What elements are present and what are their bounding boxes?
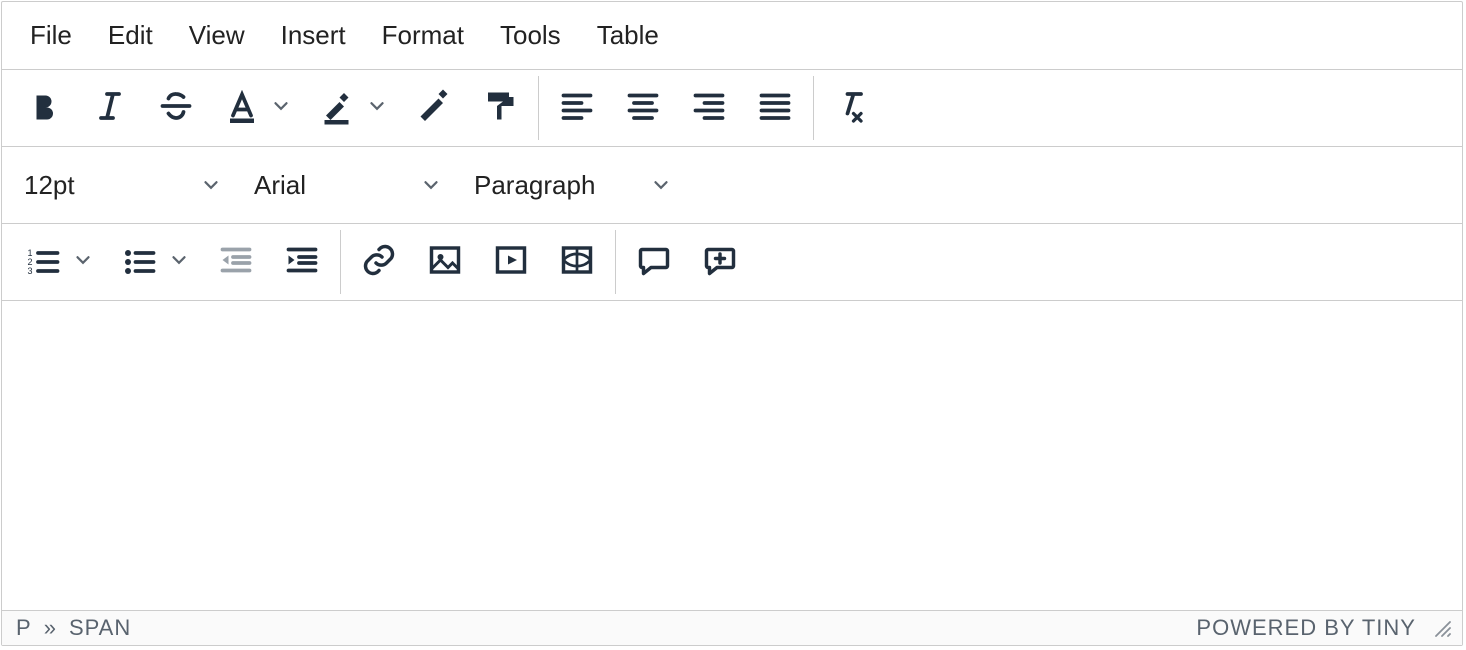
chevron-down-icon (200, 172, 226, 198)
text-color-button[interactable] (218, 84, 296, 132)
block-format-value: Paragraph (474, 170, 595, 201)
numbered-list-button[interactable]: 123 (20, 238, 98, 286)
bold-button[interactable] (20, 84, 68, 132)
editor-container: File Edit View Insert Format Tools Table (1, 1, 1463, 646)
chevron-down-icon[interactable] (168, 249, 194, 275)
format-painter-icon (482, 88, 518, 129)
strikethrough-icon (158, 88, 194, 129)
menubar: File Edit View Insert Format Tools Table (2, 2, 1462, 70)
align-center-icon (625, 88, 661, 129)
indent-button[interactable] (278, 238, 326, 286)
block-format-select[interactable]: Paragraph (456, 153, 686, 217)
resize-icon (1432, 618, 1452, 643)
text-color-icon (218, 84, 266, 132)
align-left-button[interactable] (553, 84, 601, 132)
page-embed-icon (559, 242, 595, 283)
chevron-down-icon[interactable] (72, 249, 98, 275)
menu-file[interactable]: File (16, 10, 94, 61)
menu-table[interactable]: Table (583, 10, 681, 61)
path-separator: » (44, 615, 57, 641)
menu-view[interactable]: View (175, 10, 267, 61)
menu-insert[interactable]: Insert (267, 10, 368, 61)
menu-edit[interactable]: Edit (94, 10, 175, 61)
group-lists: 123 (6, 230, 341, 294)
format-painter-button[interactable] (476, 84, 524, 132)
group-alignment (539, 76, 814, 140)
align-right-button[interactable] (685, 84, 733, 132)
chevron-down-icon[interactable] (366, 95, 392, 121)
font-size-value: 12pt (24, 170, 75, 201)
media-icon (493, 242, 529, 283)
chevron-down-icon[interactable] (270, 95, 296, 121)
permanent-pen-button[interactable] (410, 84, 458, 132)
font-family-select[interactable]: Arial (236, 153, 456, 217)
path-p[interactable]: P (16, 615, 32, 641)
powered-by-label[interactable]: POWERED BY TINY (1196, 615, 1416, 641)
align-left-icon (559, 88, 595, 129)
toolbar-row-1 (2, 70, 1462, 147)
group-text-style (6, 76, 539, 140)
comment-icon (636, 242, 672, 283)
font-family-value: Arial (254, 170, 306, 201)
pen-icon (416, 88, 452, 129)
bullet-list-button[interactable] (116, 238, 194, 286)
page-embed-button[interactable] (553, 238, 601, 286)
link-button[interactable] (355, 238, 403, 286)
menu-tools[interactable]: Tools (486, 10, 583, 61)
svg-text:3: 3 (28, 266, 33, 276)
italic-icon (92, 88, 128, 129)
toolbar-row-2: 12pt Arial Paragraph (2, 147, 1462, 224)
highlight-icon (314, 84, 362, 132)
add-comment-icon (702, 242, 738, 283)
clear-formatting-icon (834, 88, 870, 129)
italic-button[interactable] (86, 84, 134, 132)
media-button[interactable] (487, 238, 535, 286)
align-justify-button[interactable] (751, 84, 799, 132)
toolbar-row-3: 123 (2, 224, 1462, 301)
link-icon (361, 242, 397, 283)
clear-formatting-button[interactable] (828, 84, 876, 132)
bullet-list-icon (116, 238, 164, 286)
show-comments-button[interactable] (630, 238, 678, 286)
indent-icon (284, 242, 320, 283)
outdent-button[interactable] (212, 238, 260, 286)
editor-content-area[interactable] (2, 301, 1462, 610)
image-icon (427, 242, 463, 283)
menu-format[interactable]: Format (368, 10, 486, 61)
group-comments (616, 230, 758, 294)
align-justify-icon (757, 88, 793, 129)
statusbar: P » SPAN POWERED BY TINY (2, 610, 1462, 645)
image-button[interactable] (421, 238, 469, 286)
background-color-button[interactable] (314, 84, 392, 132)
align-right-icon (691, 88, 727, 129)
font-size-select[interactable]: 12pt (6, 153, 236, 217)
outdent-icon (218, 242, 254, 283)
chevron-down-icon (420, 172, 446, 198)
add-comment-button[interactable] (696, 238, 744, 286)
group-clear (814, 76, 890, 140)
resize-handle[interactable] (1432, 618, 1452, 638)
element-path: P » SPAN (16, 615, 131, 641)
chevron-down-icon (650, 172, 676, 198)
bold-icon (26, 88, 62, 129)
numbered-list-icon: 123 (20, 238, 68, 286)
path-span[interactable]: SPAN (69, 615, 131, 641)
align-center-button[interactable] (619, 84, 667, 132)
group-insert (341, 230, 616, 294)
strikethrough-button[interactable] (152, 84, 200, 132)
